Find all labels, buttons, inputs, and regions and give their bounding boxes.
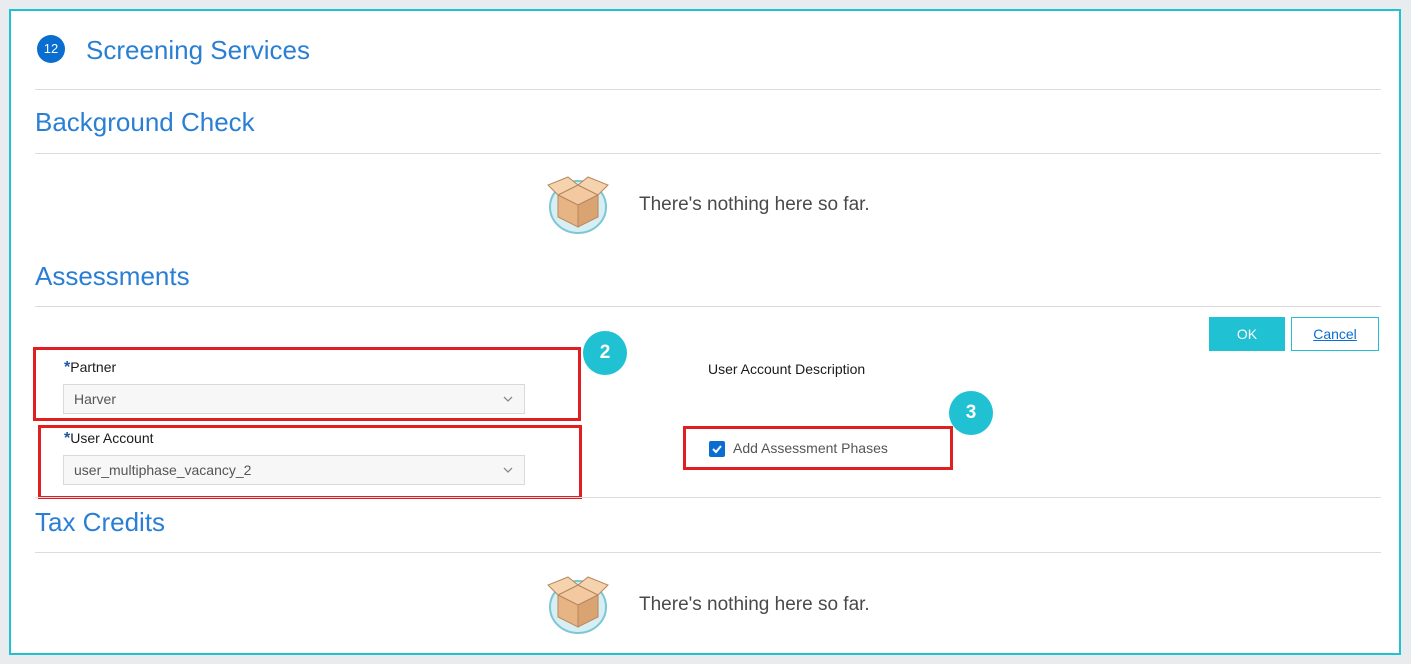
user-account-label: *User Account xyxy=(64,430,154,448)
add-phases-label[interactable]: Add Assessment Phases xyxy=(733,440,888,456)
empty-state-text: There's nothing here so far. xyxy=(639,194,870,215)
partner-label: *Partner xyxy=(64,359,116,377)
user-account-select[interactable]: user_multiphase_vacancy_2 xyxy=(63,455,525,485)
divider xyxy=(35,552,1381,553)
chevron-down-icon xyxy=(503,467,513,473)
empty-box-icon xyxy=(544,571,612,635)
callout-badge-3: 3 xyxy=(949,391,993,435)
section-title: Screening Services xyxy=(86,35,310,65)
partner-select[interactable]: Harver xyxy=(63,384,525,414)
partner-select-value: Harver xyxy=(74,391,117,407)
checkmark-icon xyxy=(712,445,722,454)
screening-services-panel: 12 Screening Services Background Check T… xyxy=(9,9,1401,655)
add-phases-checkbox[interactable] xyxy=(709,441,725,457)
assessments-title: Assessments xyxy=(35,261,190,291)
chevron-down-icon xyxy=(503,396,513,402)
callout-badge-2: 2 xyxy=(583,331,627,375)
user-account-description-label: User Account Description xyxy=(708,361,866,377)
empty-box-icon xyxy=(544,171,612,235)
partner-label-text: Partner xyxy=(70,359,117,375)
user-account-label-text: User Account xyxy=(70,430,154,446)
background-check-title: Background Check xyxy=(35,107,255,137)
divider xyxy=(35,89,1381,90)
tax-credits-title: Tax Credits xyxy=(35,507,166,537)
divider xyxy=(35,306,1381,307)
ok-button[interactable]: OK xyxy=(1209,317,1285,351)
empty-state-text: There's nothing here so far. xyxy=(639,594,870,615)
step-number-badge: 12 xyxy=(37,35,65,63)
cancel-button[interactable]: Cancel xyxy=(1291,317,1379,351)
divider xyxy=(35,153,1381,154)
user-account-select-value: user_multiphase_vacancy_2 xyxy=(74,462,252,478)
divider xyxy=(35,497,1381,498)
